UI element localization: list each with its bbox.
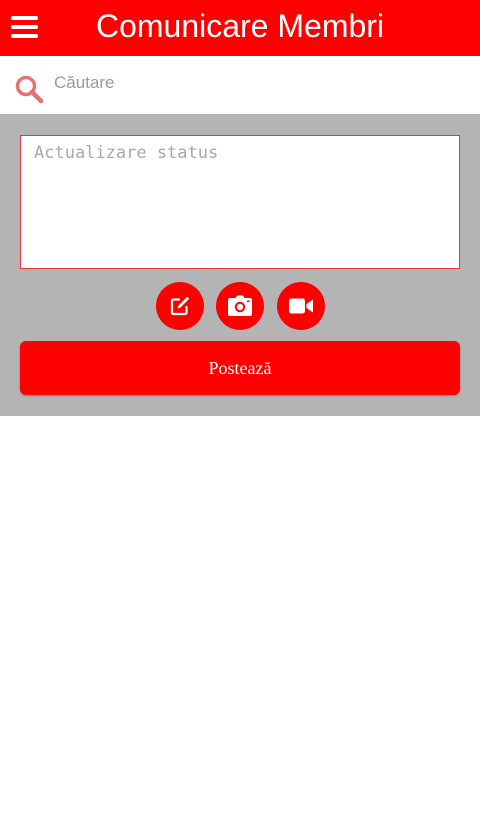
search-input[interactable] <box>54 68 464 98</box>
page-title: Comunicare Membri <box>95 8 385 44</box>
camera-icon <box>228 295 252 316</box>
video-button[interactable] <box>277 282 325 330</box>
edit-icon <box>170 296 190 316</box>
edit-button[interactable] <box>156 282 204 330</box>
camera-button[interactable] <box>216 282 264 330</box>
video-camera-icon <box>289 298 313 314</box>
post-panel: Postează <box>0 114 480 416</box>
app-bar: Comunicare Membri <box>0 0 480 56</box>
search-icon[interactable] <box>14 74 44 104</box>
status-input[interactable] <box>20 135 460 269</box>
media-buttons <box>0 282 480 330</box>
post-button[interactable]: Postează <box>20 341 460 395</box>
search-bar <box>0 56 480 114</box>
